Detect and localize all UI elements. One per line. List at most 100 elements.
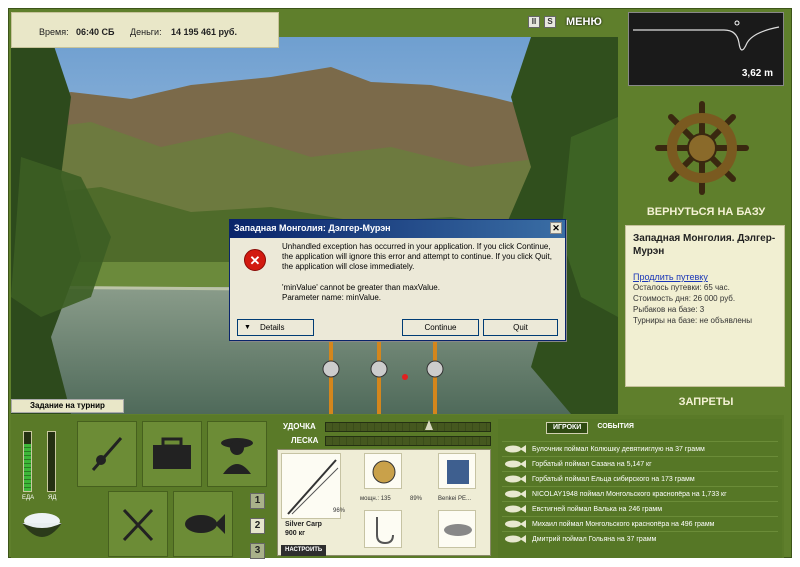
return-to-base-button[interactable]: ВЕРНУТЬСЯ НА БАЗУ <box>628 206 784 218</box>
pause-button[interactable]: II <box>528 16 540 28</box>
event-text: Горбатый поймал Сазана на 5,147 кг <box>532 460 652 468</box>
slot-3-button[interactable]: 3 <box>250 543 265 559</box>
hook-icon <box>376 517 394 545</box>
poison-label: ЯД <box>48 495 57 501</box>
details-button[interactable]: Details <box>237 319 314 336</box>
line-tension-bar <box>325 436 491 446</box>
event-text: NICOLAY1948 поймал Монгольского краснопё… <box>532 490 727 498</box>
list-item: NICOLAY1948 поймал Монгольского краснопё… <box>502 486 778 501</box>
depth-meter: 3,62 m <box>628 12 784 86</box>
rod-percent: 96% <box>333 508 346 514</box>
bans-button[interactable]: ЗАПРЕТЫ <box>628 396 784 408</box>
fish-icon <box>505 520 526 528</box>
fish-icon <box>505 460 526 468</box>
reel-percent: 89% <box>410 496 423 502</box>
money-label: Деньги: <box>130 27 162 37</box>
rod-info: Silver Carp 900 кг <box>285 520 322 538</box>
top-controls: II S МЕНЮ <box>528 12 602 32</box>
tackle-box-icon <box>153 437 191 469</box>
rod-name: Silver Carp <box>285 521 322 528</box>
status-bar: Время: 06:40 СБ Деньги: 14 195 461 руб. <box>11 12 279 48</box>
list-item: Евстигней поймал Валька на 246 грамм <box>502 501 778 516</box>
food-pot-icon[interactable] <box>18 511 66 553</box>
rod-tension-bar <box>325 422 491 432</box>
fork-knife-icon <box>122 508 154 542</box>
event-text: Булочник поймал Колюшку девятииглую на 3… <box>532 445 705 453</box>
food-label: ЕДА <box>22 495 35 501</box>
task-label: Задание на турнир <box>30 401 105 410</box>
line-spool-icon <box>447 460 469 484</box>
menu-button[interactable]: МЕНЮ <box>566 16 602 28</box>
time-value: 06:40 СБ <box>76 27 115 37</box>
day-cost: Стоимость дня: 26 000 руб. <box>633 294 736 303</box>
error-parameter-line: Parameter name: minValue. <box>282 293 382 302</box>
line-name: Benkei PE... <box>438 496 472 502</box>
slot-2-button[interactable]: 2 <box>250 518 265 534</box>
fish-icon <box>505 535 526 543</box>
list-item: Горбатый поймал Сазана на 5,147 кг <box>502 456 778 471</box>
kitchen-tile[interactable] <box>108 491 168 557</box>
fish-icon <box>505 445 526 453</box>
bait-icon <box>444 524 472 536</box>
rod-slot[interactable] <box>281 453 341 519</box>
list-item: Дмитрий поймал Гольяна на 37 грамм <box>502 531 778 546</box>
event-text: Евстигней поймал Валька на 246 грамм <box>532 505 663 513</box>
quit-button[interactable]: Quit <box>483 319 558 336</box>
tournament-task-button[interactable]: Задание на турнир <box>11 399 124 413</box>
fish-icon <box>505 490 526 498</box>
fish-icon <box>505 475 526 483</box>
tab-players[interactable]: ИГРОКИ <box>546 422 589 434</box>
list-item: Булочник поймал Колюшку девятииглую на 3… <box>502 441 778 456</box>
rod-icon <box>91 437 123 471</box>
angler-icon <box>221 438 253 474</box>
time-label: Время: <box>39 27 69 37</box>
money-value: 14 195 461 руб. <box>171 27 237 37</box>
continue-button[interactable]: Continue <box>402 319 479 336</box>
tackle-box-tile[interactable] <box>142 421 202 487</box>
gear-panel: мощн.: 135 89% Benkei PE... 96% <box>277 449 491 556</box>
location-panel: Западная Монголия. Дэлгер-Мурэн Продлить… <box>625 225 785 387</box>
reel-icon <box>372 460 396 484</box>
hook-slot[interactable] <box>364 510 402 548</box>
events-panel: ИГРОКИ СОБЫТИЯ Булочник поймал Колюшку д… <box>498 419 782 558</box>
error-dialog: Западная Монголия: Дэлгер-Мурэн ✕ ✕ Unha… <box>229 219 566 341</box>
slot-1-button[interactable]: 1 <box>250 493 265 509</box>
location-title: Западная Монголия. Дэлгер-Мурэн <box>633 233 776 257</box>
angler-tile[interactable] <box>207 421 267 487</box>
permit-remaining: Осталось путевки: 65 час. <box>633 283 730 292</box>
extend-permit-link[interactable]: Продлить путевку <box>633 272 777 282</box>
ship-wheel-icon[interactable] <box>652 98 752 200</box>
rod-bar-label: УДОЧКА <box>283 422 316 431</box>
reel-power: мощн.: 135 <box>360 496 391 502</box>
depth-value: 3,62 m <box>741 68 773 79</box>
rods-tile[interactable] <box>77 421 137 487</box>
list-item: Михаил поймал Монгольского краснопёра на… <box>502 516 778 531</box>
reel-slot[interactable] <box>364 453 402 489</box>
events-list: Булочник поймал Колюшку девятииглую на 3… <box>502 441 778 546</box>
bar-marker-icon <box>425 420 433 430</box>
close-icon[interactable]: ✕ <box>550 222 562 234</box>
error-icon: ✕ <box>244 249 266 271</box>
fish-icon <box>505 505 526 513</box>
poison-meter <box>47 431 56 492</box>
fish-icon <box>185 514 225 534</box>
rod-weight: 900 кг <box>285 530 306 537</box>
dialog-title-bar: Западная Монголия: Дэлгер-Мурэн ✕ <box>230 220 565 238</box>
dialog-title: Западная Монголия: Дэлгер-Мурэн <box>234 223 391 233</box>
bait-slot[interactable] <box>438 510 476 548</box>
line-slot[interactable] <box>438 453 476 489</box>
food-meter <box>23 431 32 492</box>
line-bar-label: ЛЕСКА <box>291 436 319 445</box>
fish-tile[interactable] <box>173 491 233 557</box>
event-text: Горбатый поймал Ельца сибирского на 173 … <box>532 475 695 483</box>
dialog-detail: 'minValue' cannot be greater than maxVal… <box>282 283 557 303</box>
dialog-message: Unhandled exception has occurred in your… <box>282 242 552 271</box>
event-text: Дмитрий поймал Гольяна на 37 грамм <box>532 535 657 543</box>
list-item: Горбатый поймал Ельца сибирского на 173 … <box>502 471 778 486</box>
events-tabs: ИГРОКИ СОБЫТИЯ <box>546 422 640 434</box>
sound-button[interactable]: S <box>544 16 556 28</box>
event-text: Михаил поймал Монгольского краснопёра на… <box>532 520 715 528</box>
tab-events[interactable]: СОБЫТИЯ <box>591 422 640 434</box>
anglers-count: Рыбаков на базе: 3 <box>633 305 705 314</box>
setup-button[interactable]: НАСТРОИТЬ <box>281 545 326 556</box>
